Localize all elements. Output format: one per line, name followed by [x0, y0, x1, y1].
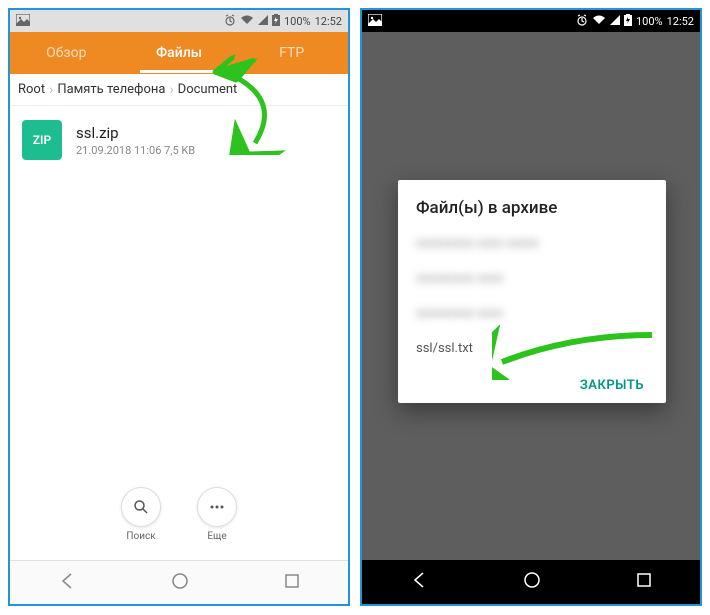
file-name: ssl.zip [76, 124, 195, 142]
screenshot-icon [16, 14, 30, 29]
status-bar: 100% 12:52 [362, 10, 700, 32]
close-button[interactable]: ЗАКРЫТЬ [576, 370, 648, 401]
screenshot-icon [368, 14, 382, 29]
battery-icon [624, 14, 632, 29]
search-icon [121, 487, 161, 527]
list-item[interactable]: xxxxxxxxx xxxx [416, 306, 648, 321]
crumb-root[interactable]: Root [18, 82, 45, 97]
back-icon[interactable] [409, 570, 429, 594]
dialog-list: xxxxxxxxx xxxx xxxxx xxxxxxxxx xxxx xxxx… [416, 236, 648, 356]
home-icon[interactable] [522, 570, 542, 594]
list-item-ssl-txt[interactable]: ssl/ssl.txt [416, 341, 648, 356]
wifi-icon [592, 15, 606, 28]
fab-row: Поиск Еще [10, 487, 348, 542]
status-bar: 100% 12:52 [10, 10, 348, 32]
tab-ftp[interactable]: FTP [235, 33, 348, 73]
fab-label-more: Еще [207, 531, 226, 542]
crumb-document[interactable]: Document [178, 82, 238, 97]
battery-percent: 100% [636, 15, 663, 28]
phone-left: 100% 12:52 Обзор Файлы FTP Root › Память… [8, 8, 350, 606]
alarm-icon [224, 14, 236, 29]
recent-icon[interactable] [283, 572, 301, 594]
list-item[interactable]: xxxxxxxxx xxxx [416, 271, 648, 286]
chevron-right-icon: › [49, 82, 53, 98]
phone-right: 100% 12:52 Файл(ы) в архиве xxxxxxxxx xx… [360, 8, 702, 606]
search-fab[interactable]: Поиск [121, 487, 161, 542]
nav-bar [10, 560, 348, 604]
battery-percent: 100% [284, 15, 311, 28]
archive-dialog: Файл(ы) в архиве xxxxxxxxx xxxx xxxxx xx… [398, 180, 666, 403]
crumb-memory[interactable]: Память телефона [57, 82, 165, 97]
file-meta: 21.09.2018 11:06 7,5 KB [76, 144, 195, 157]
file-info: ssl.zip 21.09.2018 11:06 7,5 KB [76, 124, 195, 157]
chevron-right-icon: › [169, 82, 173, 98]
back-icon[interactable] [57, 571, 77, 595]
dialog-title: Файл(ы) в архиве [416, 198, 648, 218]
battery-icon [272, 14, 280, 29]
fab-label-search: Поиск [126, 531, 155, 542]
more-icon [197, 487, 237, 527]
zip-file-icon: ZIP [22, 120, 62, 160]
file-row[interactable]: ZIP ssl.zip 21.09.2018 11:06 7,5 KB [10, 112, 348, 168]
file-list: ZIP ssl.zip 21.09.2018 11:06 7,5 KB [10, 106, 348, 174]
more-fab[interactable]: Еще [197, 487, 237, 542]
home-icon[interactable] [170, 571, 190, 595]
signal-icon [258, 15, 268, 28]
nav-bar [362, 560, 700, 604]
alarm-icon [576, 14, 588, 29]
wifi-icon [240, 15, 254, 28]
tab-files[interactable]: Файлы [123, 33, 236, 73]
list-item[interactable]: xxxxxxxxx xxxx xxxxx [416, 236, 648, 251]
clock-time: 12:52 [315, 15, 342, 28]
tab-bar: Обзор Файлы FTP [10, 32, 348, 74]
breadcrumb: Root › Память телефона › Document [10, 74, 348, 106]
clock-time: 12:52 [667, 15, 694, 28]
tab-overview[interactable]: Обзор [10, 33, 123, 73]
recent-icon[interactable] [635, 571, 653, 593]
signal-icon [610, 15, 620, 28]
